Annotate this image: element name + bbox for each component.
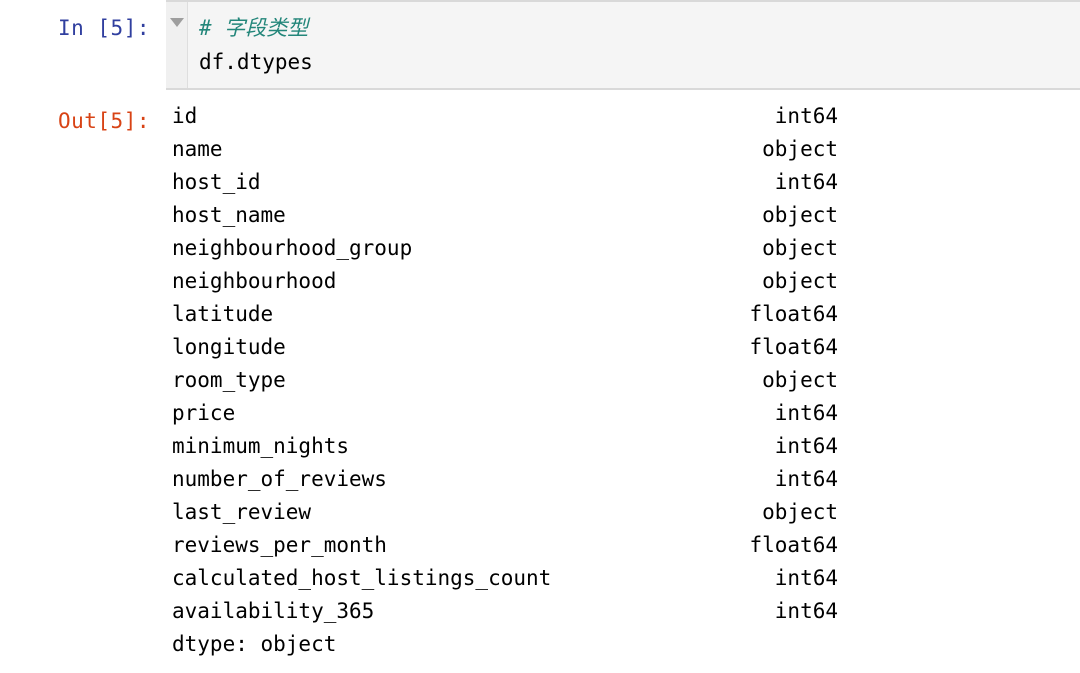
dtype-row-column-name: host_name — [172, 203, 286, 227]
dtype-row-column-name: reviews_per_month — [172, 533, 387, 557]
collapse-gutter[interactable] — [166, 2, 188, 88]
output-result-area: id int64 name object host_id int64 host_name ob… — [166, 100, 1080, 661]
code-editor-area[interactable]: # 字段类型 df.dtypes — [188, 2, 1080, 88]
input-prompt-label: In [5]: — [57, 16, 150, 40]
code-comment-line: # 字段类型 — [199, 16, 309, 40]
dtype-row-column-name: last_review — [172, 500, 312, 524]
dtype-row: availability_365 int64 — [172, 595, 1080, 628]
dtype-row-type-value: float64 — [749, 335, 838, 359]
dtype-row-column-name: neighbourhood — [172, 269, 337, 293]
dtype-row-column-name: minimum_nights — [172, 434, 350, 458]
code-statement-line: df.dtypes — [199, 50, 313, 74]
dtype-row-type-value: object — [762, 269, 838, 293]
dtype-row-column-name: price — [172, 401, 236, 425]
dtype-row-column-name: id — [172, 104, 198, 128]
dtype-row: latitude float64 — [172, 298, 1080, 331]
dtype-row-type-value: object — [762, 203, 838, 227]
dtype-row-type-value: int64 — [774, 599, 838, 623]
dtype-row: neighbourhood object — [172, 265, 1080, 298]
output-cell-row: Out[5]: id int64 name object host_id int64 hos… — [0, 100, 1080, 661]
dtype-row: minimum_nights int64 — [172, 430, 1080, 463]
output-prompt-label: Out[5]: — [57, 109, 150, 133]
dtype-row: host_name object — [172, 199, 1080, 232]
dtype-row-column-name: name — [172, 137, 223, 161]
dtype-row-column-name: number_of_reviews — [172, 467, 387, 491]
dtype-row-type-value: int64 — [774, 566, 838, 590]
dtype-row-column-name: host_id — [172, 170, 261, 194]
dtype-row: room_type object — [172, 364, 1080, 397]
dtype-row: neighbourhood_group object — [172, 232, 1080, 265]
dtype-row: calculated_host_listings_count int64 — [172, 562, 1080, 595]
dtype-row-type-value: object — [762, 368, 838, 392]
dtype-listing: id int64 name object host_id int64 host_name ob… — [172, 100, 1080, 628]
dtype-row: id int64 — [172, 100, 1080, 133]
dtype-row: host_id int64 — [172, 166, 1080, 199]
dtype-row-column-name: neighbourhood_group — [172, 236, 413, 260]
dtype-row: last_review object — [172, 496, 1080, 529]
dtype-summary-line: dtype: object — [172, 632, 337, 656]
dtype-row: name object — [172, 133, 1080, 166]
jupyter-notebook-cell-area: In [5]: # 字段类型 df.dtypes Out[5]: id int64… — [0, 0, 1080, 673]
dtype-row-type-value: int64 — [774, 401, 838, 425]
dtype-row-column-name: availability_365 — [172, 599, 375, 623]
dtype-row-type-value: float64 — [749, 302, 838, 326]
dtype-row-column-name: latitude — [172, 302, 274, 326]
dtype-row-type-value: int64 — [774, 170, 838, 194]
dtype-row-type-value: int64 — [774, 104, 838, 128]
dtype-row-type-value: object — [762, 500, 838, 524]
dtype-row-column-name: room_type — [172, 368, 286, 392]
dtype-row-type-value: int64 — [774, 434, 838, 458]
code-input-cell[interactable]: # 字段类型 df.dtypes — [166, 0, 1080, 90]
triangle-down-icon[interactable] — [169, 18, 184, 27]
dtype-row-type-value: object — [762, 236, 838, 260]
input-cell-row: In [5]: # 字段类型 df.dtypes — [0, 0, 1080, 90]
dtype-row: longitude float64 — [172, 331, 1080, 364]
dtype-row: price int64 — [172, 397, 1080, 430]
dtype-row: reviews_per_month float64 — [172, 529, 1080, 562]
dtype-row-type-value: object — [762, 137, 838, 161]
dtype-row-type-value: int64 — [774, 467, 838, 491]
dtype-row-type-value: float64 — [749, 533, 838, 557]
dtype-row-column-name: calculated_host_listings_count — [172, 566, 552, 590]
dtype-row: number_of_reviews int64 — [172, 463, 1080, 496]
dtype-row-column-name: longitude — [172, 335, 286, 359]
